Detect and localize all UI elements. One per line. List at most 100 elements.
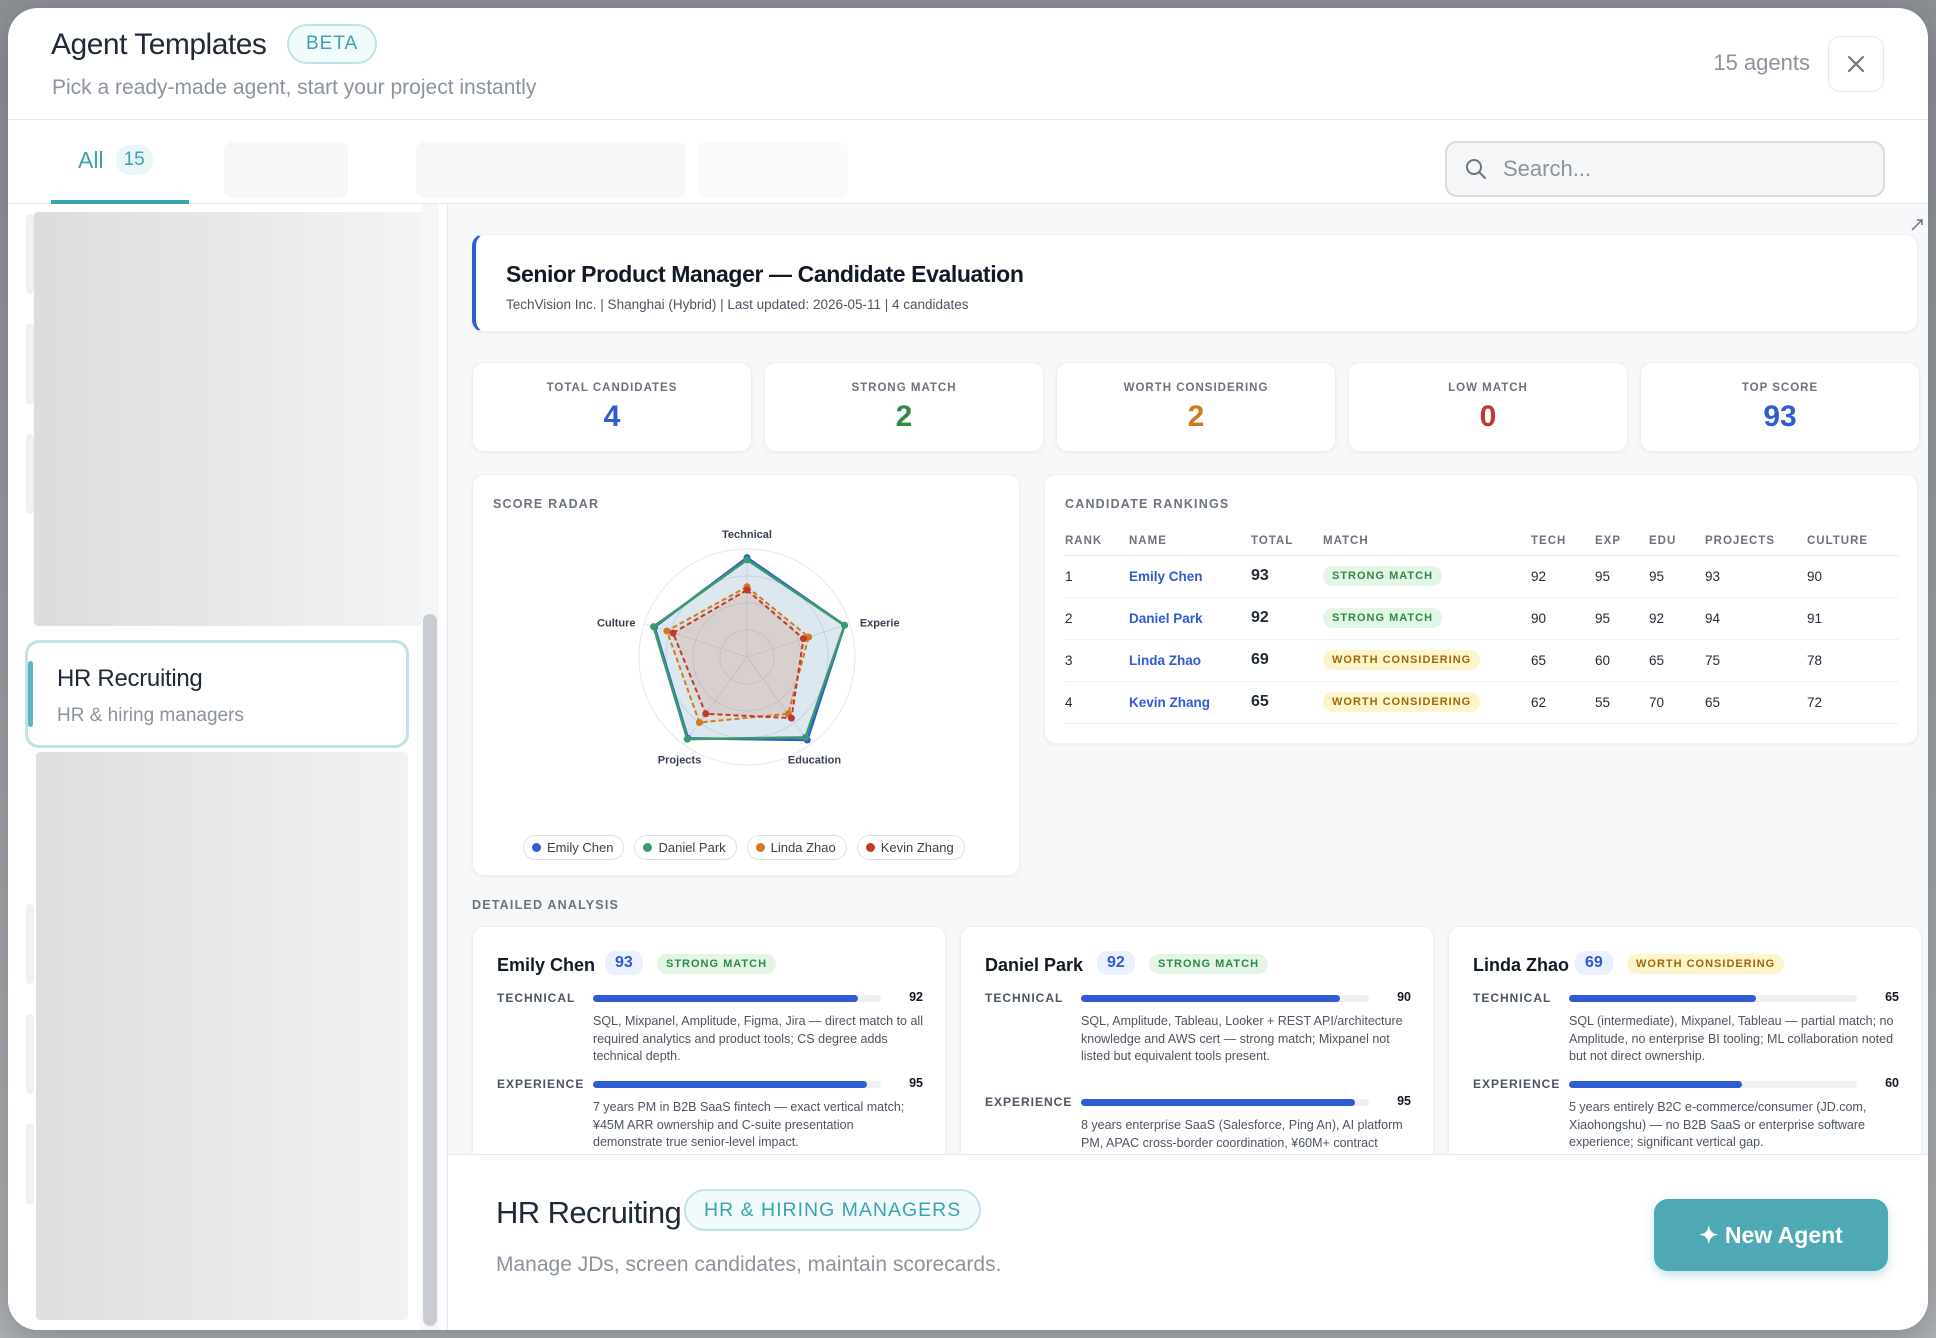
tech-cell: 65 [1531,639,1595,682]
edu-cell: 92 [1649,597,1705,640]
metric-track [1081,995,1369,1002]
list-item-placeholder[interactable] [36,752,408,1320]
candidate-name: Linda Zhao [1473,955,1569,975]
exp-cell: 95 [1595,597,1649,640]
rankings-label: CANDIDATE RANKINGS [1065,497,1230,511]
stat-value: 2 [895,400,913,433]
total-cell: 93 [1251,555,1323,598]
metric-fill [1081,1099,1355,1106]
column-header: EDU [1649,527,1705,556]
metric-note: 7 years PM in B2B SaaS fintech — exact v… [593,1100,905,1149]
selected-indicator [28,661,33,727]
rank-cell: 4 [1065,681,1129,724]
candidate-name-link[interactable]: Emily Chen [1129,555,1251,598]
sidebar-scrollbar[interactable] [423,614,437,1326]
metric-label: EXPERIENCE [1473,1077,1561,1091]
column-header: PROJECTS [1705,527,1807,556]
rankings-table: RANK NAME TOTAL MATCH TECH EXP EDU PROJE… [1065,527,1899,724]
metric-fill [593,1081,867,1088]
tab-placeholder[interactable] [416,142,686,198]
close-button[interactable] [1828,36,1884,92]
tab-all-label: All [78,146,104,173]
legend-item[interactable]: Emily Chen [523,835,625,860]
metric-value: 60 [1885,1076,1899,1090]
metric-track [1569,1081,1857,1088]
exp-cell: 55 [1595,681,1649,724]
radar-point [801,733,809,741]
tech-cell: 62 [1531,681,1595,724]
metric-track [1081,1099,1369,1106]
tech-cell: 90 [1531,597,1595,640]
tab-placeholder[interactable] [698,142,848,198]
legend-item[interactable]: Kevin Zhang [856,835,965,860]
candidate-name-link[interactable]: Linda Zhao [1129,639,1251,682]
table-row[interactable]: 1 Emily Chen 93 STRONG MATCH 92 95 95 93… [1065,555,1899,598]
radar-legend: Emily Chen Daniel Park Linda Zhao Kevin … [523,835,965,860]
legend-item[interactable]: Daniel Park [634,835,737,860]
tab-all[interactable]: All 15 [51,120,189,204]
legend-dot [643,843,653,852]
radar-point [663,627,671,635]
metric-note: 8 years enterprise SaaS (Salesforce, Pin… [1081,1118,1403,1154]
radar-point [702,710,710,718]
new-agent-button[interactable]: ✦ New Agent [1654,1199,1888,1271]
radar-point [669,629,677,637]
score-radar-label: SCORE RADAR [493,497,600,511]
table-row[interactable]: 3 Linda Zhao 69 WORTH CONSIDERING 65 60 … [1065,639,1899,682]
metric-track [593,1081,881,1088]
modal-header: Agent Templates BETA Pick a ready-made a… [8,8,1928,120]
table-row[interactable]: 4 Kevin Zhang 65 WORTH CONSIDERING 62 55… [1065,681,1899,724]
rank-cell: 3 [1065,639,1129,682]
stat-card: TOTAL CANDIDATES 4 [472,362,752,452]
search-input[interactable] [1503,156,1863,182]
exp-cell: 60 [1595,639,1649,682]
job-header-card: Senior Product Manager — Candidate Evalu… [472,234,1918,332]
edu-cell: 65 [1649,639,1705,682]
search-box[interactable] [1445,141,1885,197]
legend-label: Daniel Park [658,840,726,855]
stat-card: TOP SCORE 93 [1640,362,1920,452]
modal-title: Agent Templates [51,28,267,61]
radar-point [683,735,691,743]
culture-cell: 78 [1807,639,1899,682]
column-header: CULTURE [1807,527,1899,556]
candidate-name: Daniel Park [985,955,1084,975]
projects-cell: 75 [1705,639,1807,682]
match-badge: STRONG MATCH [1149,954,1269,974]
footer-tag: HR & HIRING MANAGERS [684,1189,982,1231]
list-item-placeholder[interactable] [34,212,424,626]
tab-all-count: 15 [115,145,153,175]
close-icon [1848,56,1864,72]
template-preview: Senior Product Manager — Candidate Evalu… [448,204,1928,1154]
table-row[interactable]: 2 Daniel Park 92 STRONG MATCH 90 95 92 9… [1065,597,1899,640]
match-badge: STRONG MATCH [1323,608,1443,628]
metric-note: SQL, Mixpanel, Amplitude, Figma, Jira — … [593,1014,923,1063]
metric-note: SQL (intermediate), Mixpanel, Tableau — … [1569,1014,1894,1063]
legend-label: Emily Chen [547,840,614,855]
candidate-name: Emily Chen [497,955,596,975]
job-meta: TechVision Inc. | Shanghai (Hybrid) | La… [506,297,969,312]
tab-placeholder[interactable] [224,142,348,198]
stat-value: 93 [1763,400,1797,433]
footer-description: Manage JDs, screen candidates, maintain … [496,1253,1002,1276]
candidate-name-link[interactable]: Kevin Zhang [1129,681,1251,724]
legend-item[interactable]: Linda Zhao [746,835,847,860]
stat-label: WORTH CONSIDERING [1123,382,1269,394]
search-icon [1466,159,1486,179]
list-item-edge [26,1124,34,1204]
projects-cell: 65 [1705,681,1807,724]
expand-icon[interactable] [1910,218,1924,232]
match-badge: STRONG MATCH [1323,566,1443,586]
culture-cell: 90 [1807,555,1899,598]
agent-count: 15 agents [1713,50,1810,75]
sidebar-item-hr-recruiting[interactable]: HR Recruiting HR & hiring managers [25,640,409,748]
stat-card: STRONG MATCH 2 [764,362,1044,452]
candidate-name-link[interactable]: Daniel Park [1129,597,1251,640]
culture-cell: 72 [1807,681,1899,724]
candidate-detail-card: Emily Chen 93 STRONG MATCH TECHNICAL 92 … [472,926,946,1154]
candidate-score: 92 [1097,951,1135,975]
list-item-edge [26,904,34,984]
radar-point [743,556,751,564]
metric-track [1569,995,1857,1002]
metric-label: EXPERIENCE [497,1077,585,1091]
